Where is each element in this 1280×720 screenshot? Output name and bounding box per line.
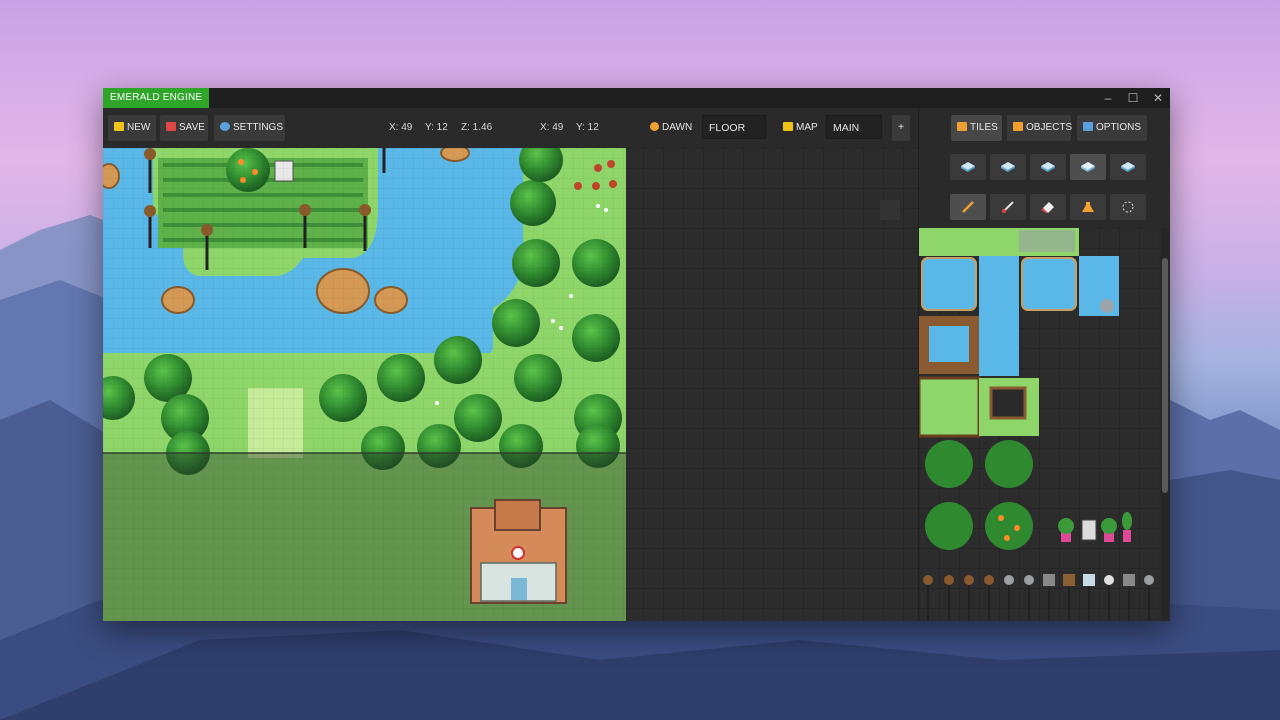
map-label: MAP	[796, 122, 818, 133]
tab-objects-label: OBJECTS	[1026, 122, 1073, 133]
map-view[interactable]	[103, 148, 626, 621]
main-toolbar: NEW SAVE SETTINGS X: 49 Y: 12 Z: 1.46 X:…	[103, 108, 918, 148]
layer-select[interactable]: FLOOR	[702, 115, 766, 139]
layer-4-icon	[1081, 162, 1095, 172]
settings-button[interactable]: SETTINGS	[214, 115, 285, 141]
wrench-icon	[1083, 122, 1093, 131]
scroll-thumb[interactable]	[1162, 258, 1168, 493]
tile-y: Y: 12	[576, 122, 599, 133]
time-of-day-toggle[interactable]: DAWN	[650, 115, 692, 141]
fill-tool[interactable]	[1070, 194, 1106, 220]
tile-x: X: 49	[540, 122, 564, 133]
cursor-x: X: 49	[389, 122, 413, 133]
maximize-button[interactable]: ☐	[1121, 88, 1145, 108]
map-canvas[interactable]	[103, 148, 918, 621]
tab-tiles[interactable]: TILES	[951, 115, 1002, 141]
layer-3-button[interactable]	[1030, 154, 1066, 180]
tileset-scrollbar[interactable]	[1161, 228, 1169, 621]
new-button[interactable]: NEW	[108, 115, 156, 141]
time-label: DAWN	[662, 122, 693, 133]
box-icon	[1013, 122, 1023, 131]
brush-icon	[1002, 201, 1014, 213]
layer-1-icon	[961, 162, 975, 172]
tab-tiles-label: TILES	[970, 122, 998, 133]
grid-cell-highlight	[880, 200, 900, 220]
layer-4-button[interactable]	[1070, 154, 1106, 180]
tools-panel: TILES OBJECTS OPTIONS	[918, 108, 1170, 621]
settings-label: SETTINGS	[233, 122, 284, 133]
save-label: SAVE	[179, 122, 205, 133]
hammer-icon	[957, 122, 967, 131]
tab-options-label: OPTIONS	[1096, 122, 1142, 133]
folder-icon	[114, 122, 124, 131]
new-label: NEW	[127, 122, 151, 133]
layer-2-button[interactable]	[990, 154, 1026, 180]
tab-objects[interactable]: OBJECTS	[1007, 115, 1073, 141]
layer-2-icon	[1001, 162, 1015, 172]
fill-icon	[1082, 202, 1094, 212]
app-title: EMERALD ENGINE	[103, 88, 210, 108]
editor-window: EMERALD ENGINE – ☐ ✕ NEW SAVE SETTINGS X…	[103, 88, 1170, 621]
close-button[interactable]: ✕	[1146, 88, 1170, 108]
eraser-tool[interactable]	[1030, 194, 1066, 220]
pencil-tool[interactable]	[950, 194, 986, 220]
map-select[interactable]: MAIN	[826, 115, 882, 139]
layer-5-button[interactable]	[1110, 154, 1146, 180]
save-icon	[166, 122, 176, 131]
title-bar: EMERALD ENGINE – ☐ ✕	[103, 88, 1170, 108]
pencil-icon	[962, 201, 974, 213]
minimize-button[interactable]: –	[1096, 88, 1120, 108]
map-icon	[783, 122, 793, 131]
cursor-y: Y: 12	[425, 122, 448, 133]
cursor-z: Z: 1.46	[461, 122, 493, 133]
tab-options[interactable]: OPTIONS	[1077, 115, 1147, 141]
gear-icon	[220, 122, 230, 131]
tileset-palette[interactable]	[919, 228, 1159, 621]
select-tool[interactable]	[1110, 194, 1146, 220]
add-map-button[interactable]: +	[892, 115, 910, 141]
select-icon	[1122, 201, 1134, 213]
layer-1-button[interactable]	[950, 154, 986, 180]
eraser-icon	[1041, 202, 1054, 213]
layer-3-icon	[1041, 162, 1055, 172]
brush-tool[interactable]	[990, 194, 1026, 220]
map-toggle[interactable]: MAP	[783, 115, 818, 141]
save-button[interactable]: SAVE	[160, 115, 208, 141]
palette-icon	[650, 122, 659, 131]
layer-5-icon	[1121, 162, 1135, 172]
